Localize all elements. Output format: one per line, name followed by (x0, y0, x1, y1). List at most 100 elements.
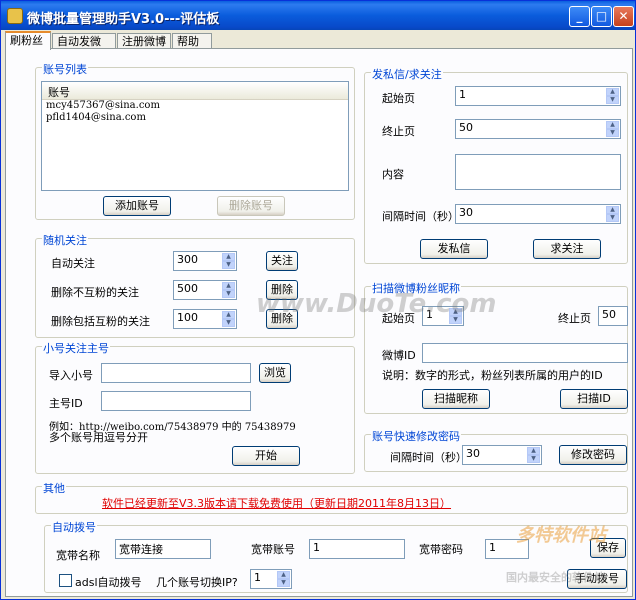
spin-down-icon[interactable]: ▼ (606, 129, 619, 137)
account-listbox[interactable]: 账号 mcy457367@sina.com pfld1404@sina.com (41, 81, 349, 191)
window-title: 微博批量管理助手V3.0---评估板 (27, 12, 220, 27)
bb-name-input[interactable]: 宽带连接 (115, 539, 211, 559)
spin-down-icon[interactable]: ▼ (222, 319, 235, 327)
adsl-label: adsl自动拨号 (75, 576, 142, 589)
pw-interval-label: 间隔时间（秒） (390, 451, 467, 464)
spin-up-icon[interactable]: ▲ (606, 206, 619, 214)
watermark-duote: www.DuoTe.com (256, 289, 497, 319)
account-column-header[interactable]: 账号 (42, 82, 348, 100)
weibo-id-input[interactable] (422, 343, 628, 363)
pw-interval-value: 30 (466, 447, 480, 460)
title-bar[interactable]: 微博批量管理助手V3.0---评估板 _ □ ✕ (1, 1, 635, 30)
private-message-title: 发私信/求关注 (371, 66, 443, 82)
random-follow-group: 随机关注 自动关注 300 ▲ ▼ 关注 删除不互粉的关注 500 ▲ ▼ 删除 删… (35, 232, 355, 338)
request-follow-button[interactable]: 求关注 (533, 239, 601, 259)
bb-account-label: 宽带账号 (251, 543, 295, 556)
delete-nonmutual-value: 500 (177, 282, 198, 295)
spin-down-icon[interactable]: ▼ (606, 96, 619, 104)
add-account-button[interactable]: 添加账号 (103, 196, 171, 216)
scan-end-input[interactable]: 50 (598, 306, 628, 326)
other-group: 其他 软件已经更新至V3.3版本请下载免费使用（更新日期2011年8月13日） (35, 480, 628, 514)
auto-follow-value: 300 (177, 253, 198, 266)
pm-end-label: 终止页 (382, 125, 415, 138)
maximize-button[interactable]: □ (591, 6, 612, 27)
spin-up-icon[interactable]: ▲ (222, 311, 235, 319)
account-list-group: 账号列表 账号 mcy457367@sina.com pfld1404@sina… (35, 61, 355, 220)
pm-interval-spinner[interactable]: 30 ▲ ▼ (455, 204, 621, 224)
send-message-button[interactable]: 发私信 (420, 239, 488, 259)
pm-start-value: 1 (459, 88, 466, 101)
weibo-id-label: 微博ID (382, 349, 416, 362)
tab-register[interactable]: 注册微博 (117, 33, 171, 49)
random-follow-title: 随机关注 (42, 232, 88, 248)
spin-up-icon[interactable]: ▲ (222, 253, 235, 261)
bb-account-input[interactable]: 1 (309, 539, 405, 559)
spin-down-icon[interactable]: ▼ (222, 261, 235, 269)
delete-all-label: 删除包括互粉的关注 (51, 315, 150, 328)
pm-start-label: 起始页 (382, 92, 415, 105)
delete-account-button[interactable]: 删除账号 (217, 196, 285, 216)
spin-up-icon[interactable]: ▲ (222, 282, 235, 290)
main-id-input[interactable] (101, 391, 251, 411)
spin-up-icon[interactable]: ▲ (606, 88, 619, 96)
change-password-button[interactable]: 修改密码 (559, 445, 627, 465)
spin-up-icon[interactable]: ▲ (606, 121, 619, 129)
tab-help[interactable]: 帮助 (172, 33, 212, 49)
app-icon (7, 8, 23, 24)
password-title: 账号快速修改密码 (371, 428, 461, 444)
bb-name-label: 宽带名称 (56, 549, 100, 562)
pm-interval-label: 间隔时间（秒） (382, 210, 459, 223)
app-window: 微博批量管理助手V3.0---评估板 _ □ ✕ 刷粉丝 自动发微博 注册微博 … (0, 0, 636, 600)
follow-main-group: 小号关注主号 导入小号 浏览 主号ID 例如：http://weibo.com/… (35, 340, 355, 474)
close-button[interactable]: ✕ (613, 6, 634, 27)
dial-title: 自动拨号 (51, 519, 97, 535)
tab-auto-post[interactable]: 自动发微博 (52, 33, 116, 63)
list-item[interactable]: mcy457367@sina.com (42, 100, 348, 112)
pm-content-label: 内容 (382, 168, 404, 181)
delete-nonmutual-label: 删除不互粉的关注 (51, 286, 139, 299)
scan-nickname-button[interactable]: 扫描昵称 (422, 389, 490, 409)
switch-ip-value: 1 (254, 571, 261, 584)
delete-nonmutual-spinner[interactable]: 500 ▲ ▼ (173, 280, 237, 300)
pm-end-value: 50 (459, 121, 473, 134)
pm-start-spinner[interactable]: 1 ▲ ▼ (455, 86, 621, 106)
follow-button[interactable]: 关注 (266, 251, 298, 271)
scan-id-button[interactable]: 扫描ID (560, 389, 628, 409)
spin-down-icon[interactable]: ▼ (606, 214, 619, 222)
main-id-label: 主号ID (49, 397, 83, 410)
update-notice-link[interactable]: 软件已经更新至V3.3版本请下载免费使用（更新日期2011年8月13日） (102, 495, 451, 511)
bb-password-label: 宽带密码 (419, 543, 463, 556)
spin-up-icon[interactable]: ▲ (527, 447, 540, 455)
adsl-checkbox[interactable] (59, 574, 72, 587)
import-label: 导入小号 (49, 369, 93, 382)
pm-content-input[interactable] (455, 154, 621, 190)
pw-interval-spinner[interactable]: 30 ▲ ▼ (462, 445, 542, 465)
spin-down-icon[interactable]: ▼ (277, 579, 290, 587)
delete-all-spinner[interactable]: 100 ▲ ▼ (173, 309, 237, 329)
follow-main-title: 小号关注主号 (42, 340, 110, 356)
switch-ip-label: 几个账号切换IP? (156, 576, 238, 589)
scan-end-label: 终止页 (558, 312, 591, 325)
pm-interval-value: 30 (459, 206, 473, 219)
auto-follow-label: 自动关注 (51, 257, 95, 270)
import-input[interactable] (101, 363, 251, 383)
switch-ip-spinner[interactable]: 1 ▲ ▼ (250, 569, 292, 589)
watermark-slogan: 国内最安全的软件站 (506, 571, 605, 584)
spin-down-icon[interactable]: ▼ (527, 455, 540, 463)
watermark-logo: 多特软件站 (516, 525, 606, 546)
scan-description: 说明：数字的形式，粉丝列表所属的用户的ID (382, 369, 603, 382)
example-hint: 多个账号用逗号分开 (49, 431, 148, 444)
auto-follow-spinner[interactable]: 300 ▲ ▼ (173, 251, 237, 271)
browse-button[interactable]: 浏览 (259, 363, 291, 383)
delete-all-value: 100 (177, 311, 198, 324)
account-list-title: 账号列表 (42, 61, 88, 77)
password-group: 账号快速修改密码 间隔时间（秒） 30 ▲ ▼ 修改密码 (364, 428, 628, 472)
list-item[interactable]: pfld1404@sina.com (42, 112, 348, 124)
minimize-button[interactable]: _ (569, 6, 590, 27)
tab-panel: 账号列表 账号 mcy457367@sina.com pfld1404@sina… (5, 48, 633, 597)
start-button[interactable]: 开始 (232, 446, 300, 466)
tab-fans[interactable]: 刷粉丝 (5, 31, 51, 50)
pm-end-spinner[interactable]: 50 ▲ ▼ (455, 119, 621, 139)
spin-down-icon[interactable]: ▼ (222, 290, 235, 298)
spin-up-icon[interactable]: ▲ (277, 571, 290, 579)
